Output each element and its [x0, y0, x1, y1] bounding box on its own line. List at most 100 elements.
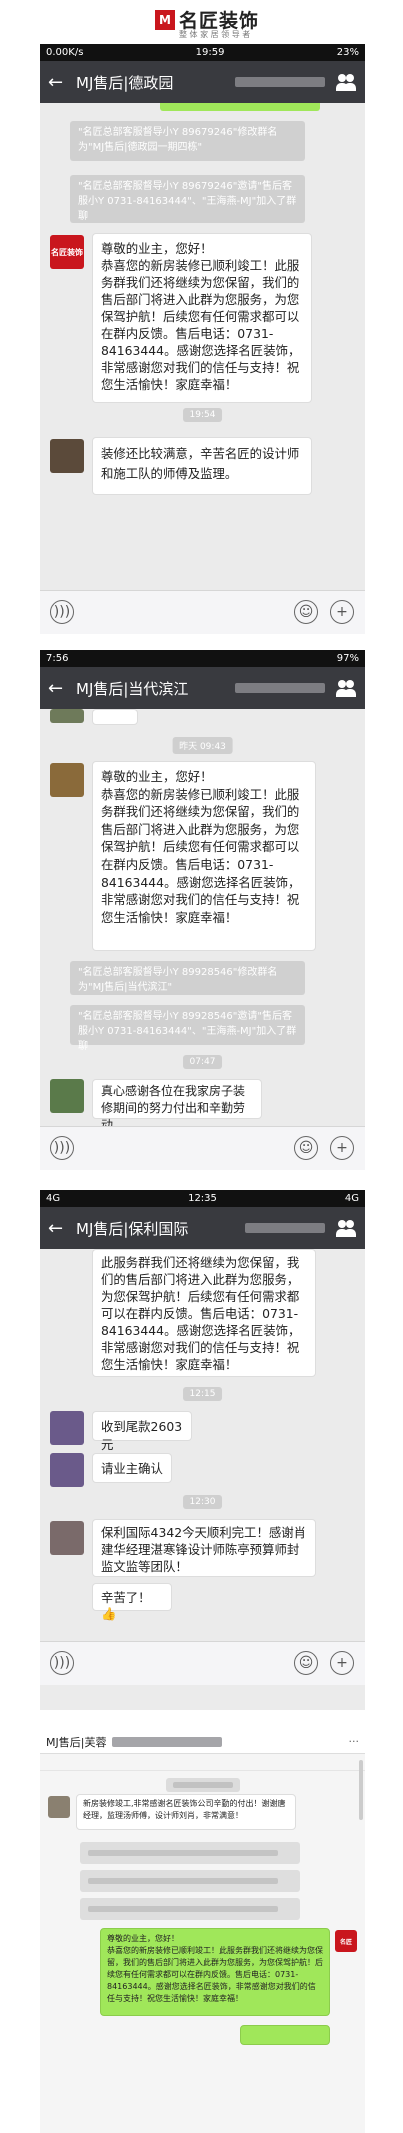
message-text: 收到尾款2603元: [101, 1419, 183, 1452]
user-avatar[interactable]: [50, 1079, 84, 1113]
message-text: 请业主确认: [101, 1461, 163, 1476]
company-avatar[interactable]: 名匠装饰: [50, 235, 84, 269]
message-bubble: 新房装修竣工,非常感谢名匠装饰公司辛勤的付出！谢谢唐经理，监理汤师傅，设计师刘肖…: [76, 1794, 296, 1830]
logo-mark: M: [155, 9, 175, 30]
screenshot-4: MJ售后|芙蓉 ··· 新房装修竣工,非常感谢名匠装饰公司辛勤的付出！谢谢唐经理…: [40, 1730, 365, 2133]
system-message: [80, 1898, 300, 1920]
chat-title: MJ售后|当代滨江: [76, 679, 189, 698]
plus-icon[interactable]: +: [330, 1136, 354, 1160]
back-arrow-icon[interactable]: ←: [48, 72, 76, 93]
desktop-titlebar: MJ售后|芙蓉 ···: [40, 1730, 365, 1754]
status-bar: 7:56 97%: [40, 650, 365, 667]
system-message: "名匠总部客服督导小Y 89928546"修改群名为"MJ售后|当代滨江": [70, 961, 305, 995]
user-avatar[interactable]: [50, 1521, 84, 1555]
message-text: 尊敬的业主，您好！ 恭喜您的新房装修已顺利竣工！此服务群我们还将继续为您保留，我…: [107, 1934, 323, 2003]
blurred-title: [235, 683, 325, 693]
clock: 12:35: [188, 1193, 217, 1204]
user-avatar[interactable]: [50, 439, 84, 473]
message-bubble: 辛苦了！👍: [92, 1583, 172, 1621]
timestamp: 昨天 09:43: [172, 737, 233, 754]
message-text: 装修还比较满意，辛苦名匠的设计师和施工队的师傅及监理。: [101, 446, 300, 481]
battery: 97%: [336, 653, 359, 664]
blurred-title: [112, 1736, 223, 1747]
divider: [40, 1770, 365, 1771]
screenshot-2: 7:56 97% ← MJ售后|当代滨江 昨天 09:43 尊敬的业主，您好！ …: [40, 650, 365, 1170]
status-bar: 0.00K/s 19:59 23%: [40, 44, 365, 61]
timestamp: 07:47: [182, 1055, 223, 1069]
group-members-icon[interactable]: [335, 679, 357, 697]
message-bubble: 请业主确认: [92, 1453, 172, 1483]
group-members-icon[interactable]: [335, 73, 357, 91]
message-bubble: 装修还比较满意，辛苦名匠的设计师和施工队的师傅及监理。: [92, 437, 312, 495]
input-bar: ))) ☺ +: [40, 1126, 365, 1170]
input-bar: ))) ☺ +: [40, 590, 365, 634]
screenshot-1: 0.00K/s 19:59 23% ← MJ售后|德政园 "名匠总部客服督导小Y…: [40, 44, 365, 634]
message-bubble: 真心感谢各位在我家房子装修期间的努力付出和辛勤劳动。: [92, 1079, 262, 1132]
user-avatar[interactable]: [50, 763, 84, 797]
timestamp: 12:30: [182, 1495, 223, 1509]
more-icon[interactable]: ···: [349, 1735, 360, 1748]
chat-titlebar: ← MJ售后|当代滨江: [40, 667, 365, 709]
emoji-icon[interactable]: ☺: [294, 1651, 318, 1675]
message-text: 尊敬的业主，您好！ 恭喜您的新房装修已顺利竣工！此服务群我们还将继续为您保留，我…: [101, 241, 301, 392]
voice-icon[interactable]: ))): [50, 1651, 74, 1675]
chat-body: 此服务群我们还将继续为您保留，我们的售后部门将进入此群为您服务，为您保驾护航！后…: [40, 1249, 365, 1710]
message-text: 保利国际4342今天顺利完工！感谢肖建华经理湛寒锋设计师陈亭预算师封监文监等团队…: [101, 1525, 307, 1574]
company-avatar[interactable]: 名匠: [335, 1930, 357, 1952]
chat-title: MJ售后|保利国际: [76, 1219, 189, 1238]
chat-titlebar: ← MJ售后|德政园: [40, 61, 365, 103]
timestamp: [165, 1778, 240, 1792]
system-message: "名匠总部客服督导小Y 89679246"修改群名为"MJ售后|德政园一期四栋": [70, 121, 305, 161]
blurred-title: [235, 77, 325, 87]
network: 4G: [46, 1193, 61, 1204]
system-message: "名匠总部客服督导小Y 89679246"邀请"售后客服小Y 0731-8416…: [70, 175, 305, 223]
group-members-icon[interactable]: [335, 1219, 357, 1237]
chat-title: MJ售后|德政园: [76, 73, 174, 92]
green-bubble-partial: [160, 103, 320, 111]
system-message: [80, 1842, 300, 1864]
message-bubble: 尊敬的业主，您好！ 恭喜您的新房装修已顺利竣工！此服务群我们还将继续为您保留，我…: [92, 761, 316, 951]
message-bubble-partial: [240, 2025, 330, 2045]
chat-body: "名匠总部客服督导小Y 89679246"修改群名为"MJ售后|德政园一期四栋"…: [40, 103, 365, 634]
user-avatar[interactable]: [50, 1453, 84, 1487]
timestamp: 19:54: [182, 408, 223, 422]
brand-logo: M 名匠装饰 整 体 家 居 领 导 者: [155, 6, 259, 39]
emoji-icon[interactable]: ☺: [294, 1136, 318, 1160]
message-bubble: 尊敬的业主，您好！ 恭喜您的新房装修已顺利竣工！此服务群我们还将继续为您保留，我…: [100, 1928, 330, 2016]
user-avatar[interactable]: [48, 1796, 70, 1818]
back-arrow-icon[interactable]: ←: [48, 1218, 76, 1239]
message-bubble: 此服务群我们还将继续为您保留，我们的售后部门将进入此群为您服务，为您保驾护航！后…: [92, 1249, 316, 1377]
message-text: 新房装修竣工,非常感谢名匠装饰公司辛勤的付出！谢谢唐经理，监理汤师傅，设计师刘肖…: [83, 1799, 286, 1820]
user-avatar[interactable]: [50, 709, 84, 723]
plus-icon[interactable]: +: [330, 1651, 354, 1675]
blurred-title: [245, 1223, 325, 1233]
system-message: [80, 1870, 300, 1892]
network-speed: 0.00K/s: [46, 47, 84, 58]
message-text: 此服务群我们还将继续为您保留，我们的售后部门将进入此群为您服务，为您保驾护航！后…: [101, 1255, 301, 1372]
system-message: "名匠总部客服督导小Y 89928546"邀请"售后客服小Y 0731-8416…: [70, 1005, 305, 1052]
message-bubble: 尊敬的业主，您好！ 恭喜您的新房装修已顺利竣工！此服务群我们还将继续为您保留，我…: [92, 233, 312, 403]
battery: 23%: [336, 47, 359, 58]
status-bar: 4G 12:35 4G: [40, 1190, 365, 1207]
input-bar: ))) ☺ +: [40, 1641, 365, 1685]
plus-icon[interactable]: +: [330, 600, 354, 624]
user-avatar[interactable]: [50, 1411, 84, 1445]
signal: 4G: [344, 1193, 359, 1204]
back-arrow-icon[interactable]: ←: [48, 678, 76, 699]
brand-slogan: 整 体 家 居 领 导 者: [179, 30, 251, 39]
chat-titlebar: ← MJ售后|保利国际: [40, 1207, 365, 1249]
chat-body: 昨天 09:43 尊敬的业主，您好！ 恭喜您的新房装修已顺利竣工！此服务群我们还…: [40, 709, 365, 1170]
voice-icon[interactable]: ))): [50, 600, 74, 624]
message-bubble-partial: [92, 709, 138, 725]
emoji-icon[interactable]: ☺: [294, 600, 318, 624]
voice-icon[interactable]: ))): [50, 1136, 74, 1160]
clock: 7:56: [46, 653, 69, 664]
message-text: 尊敬的业主，您好！ 恭喜您的新房装修已顺利竣工！此服务群我们还将继续为您保留，我…: [101, 769, 301, 925]
chat-title: MJ售后|芙蓉: [46, 1735, 107, 1749]
scrollbar[interactable]: [359, 1760, 363, 1820]
message-bubble: 收到尾款2603元: [92, 1411, 192, 1452]
timestamp: 12:15: [182, 1387, 223, 1401]
message-text: 辛苦了！👍: [101, 1590, 151, 1621]
clock: 19:59: [195, 47, 225, 58]
message-bubble: 保利国际4342今天顺利完工！感谢肖建华经理湛寒锋设计师陈亭预算师封监文监等团队…: [92, 1519, 316, 1577]
